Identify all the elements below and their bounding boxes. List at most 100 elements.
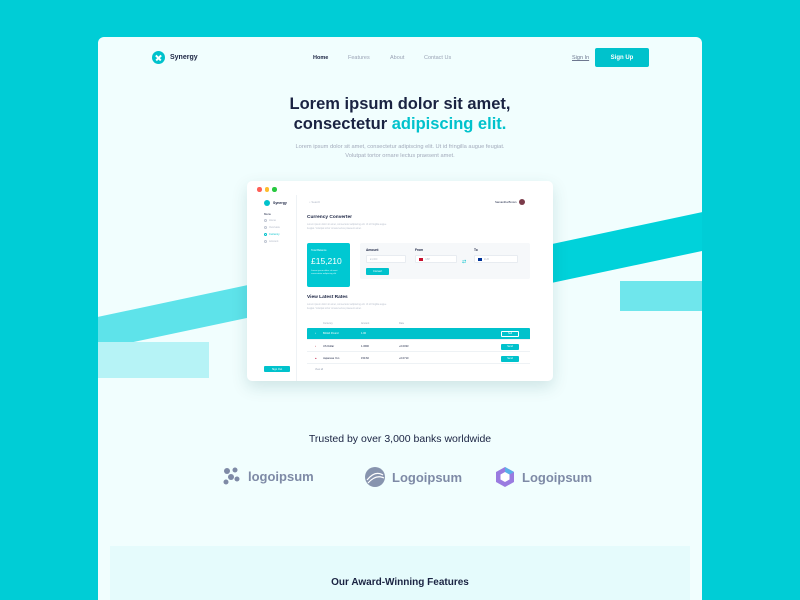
swap-icon[interactable]: ⇄ xyxy=(462,259,466,265)
mockup-menu-account[interactable]: Account xyxy=(264,240,278,243)
mockup-menu-home[interactable]: Home xyxy=(264,219,276,222)
dashboard-mockup: Synergy Menu Home Overview Currency Acco… xyxy=(247,181,553,381)
mockup-menu-currency[interactable]: Currency xyxy=(264,233,280,236)
rates-description: Lorem ipsum dolor sit amet, consectetur … xyxy=(307,303,387,310)
view-all-link[interactable]: View all xyxy=(315,368,323,371)
mockup-menu-label: Home xyxy=(269,219,276,222)
partner-logo-3-text: Logoipsum xyxy=(522,469,593,485)
partner-logo-1: logoipsum xyxy=(222,466,314,486)
mockup-search-placeholder: Search xyxy=(311,200,321,204)
decorative-stripe-right xyxy=(538,201,702,285)
trusted-heading: Trusted by over 3,000 banks worldwide xyxy=(308,433,492,445)
mockup-brand: Synergy xyxy=(264,200,287,206)
hero-subtitle: Lorem ipsum dolor sit amet, consectetur … xyxy=(295,144,505,159)
rates-heading: View Latest Rates xyxy=(307,295,348,300)
partner-logo-3: Logoipsum xyxy=(494,466,592,488)
top-navigation: Synergy Home Features About Contact Us S… xyxy=(98,37,702,79)
eu-flag-icon xyxy=(478,257,482,261)
brand-logo[interactable]: Synergy xyxy=(152,51,198,64)
nav-link-about[interactable]: About xyxy=(390,55,404,61)
converter-panel: Amount £1,000 From GBP ⇄ To EUR Convert xyxy=(360,243,530,279)
converter-description: Lorem ipsum dolor sit amet, consectetur … xyxy=(307,223,387,230)
hero-title-plain: consectetur xyxy=(293,115,392,133)
row-action-button[interactable]: Sell xyxy=(501,330,519,337)
account-icon xyxy=(264,240,267,243)
to-select[interactable]: EUR xyxy=(474,255,518,263)
rates-table-header: Currency Amount Rate xyxy=(307,322,530,327)
row-action-button[interactable]: Send xyxy=(501,355,519,362)
from-label: From xyxy=(415,248,424,252)
mockup-brand-name: Synergy xyxy=(273,201,287,205)
minimize-dot-icon xyxy=(264,187,269,192)
hero-title-line1: Lorem ipsum dolor sit amet, xyxy=(289,95,511,113)
mockup-sidebar xyxy=(247,195,297,381)
flag-jp-icon: ● xyxy=(315,357,317,360)
hero-title: Lorem ipsum dolor sit amet, consectetur … xyxy=(98,94,702,134)
brand-logo-icon xyxy=(152,51,165,64)
nav-link-home[interactable]: Home xyxy=(313,55,328,61)
mockup-sign-out-button[interactable]: Sign Out xyxy=(264,366,290,372)
to-value: EUR xyxy=(484,257,490,261)
table-row[interactable]: ▪ US Dollar 1.3690 +0.0033 Send xyxy=(307,341,530,352)
features-heading: Our Award-Winning Features xyxy=(331,577,469,588)
amount-input[interactable]: £1,000 xyxy=(366,255,406,263)
hero-title-line2: consectetur adipiscing elit. xyxy=(98,114,702,134)
amount-label: Amount xyxy=(366,248,379,252)
balance-value: £15,210 xyxy=(311,256,342,266)
landing-page-frame: Synergy Home Features About Contact Us S… xyxy=(98,37,702,600)
sign-up-button[interactable]: Sign Up xyxy=(595,48,649,67)
avatar xyxy=(519,199,526,205)
mockup-logo-icon xyxy=(264,200,270,206)
mockup-menu-label: Account xyxy=(269,240,279,243)
maximize-dot-icon xyxy=(272,187,277,192)
decorative-stripe-left-light xyxy=(98,342,209,378)
row-currency: US Dollar xyxy=(323,345,335,348)
table-row[interactable]: ▪ British Pound 1.00 Sell xyxy=(307,328,530,340)
balance-label: Total Balance xyxy=(311,249,327,252)
table-row[interactable]: ● Japanese Yen 150.60 +0.0710 Send xyxy=(307,353,530,364)
overview-icon xyxy=(264,226,267,229)
brand-name: Synergy xyxy=(170,54,198,61)
mockup-menu-heading: Menu xyxy=(264,212,271,216)
mockup-menu-overview[interactable]: Overview xyxy=(264,226,280,229)
row-rate: +0.0710 xyxy=(399,357,409,360)
molecule-logo-icon xyxy=(223,467,240,485)
home-icon xyxy=(264,219,267,222)
converter-heading: Currency Converter xyxy=(307,215,353,220)
mockup-menu-label: Overview xyxy=(269,226,280,229)
hexagon-logo-icon xyxy=(496,467,514,487)
column-currency: Currency xyxy=(323,322,333,325)
column-amount: Amount xyxy=(361,322,370,325)
features-section xyxy=(110,546,690,600)
globe-logo-icon xyxy=(365,467,385,487)
from-value: GBP xyxy=(425,257,431,261)
column-rate: Rate xyxy=(399,322,405,325)
mockup-search[interactable]: ⌕ Search xyxy=(309,200,320,204)
row-currency: Japanese Yen xyxy=(323,357,340,360)
mockup-user[interactable]: Samantha Brown xyxy=(495,199,526,205)
row-amount: 1.00 xyxy=(361,332,367,335)
window-controls xyxy=(257,187,277,192)
balance-description: Lorem ipsum dolor sit amet consectetur a… xyxy=(311,270,338,275)
close-dot-icon xyxy=(257,187,262,192)
row-rate: +0.0033 xyxy=(399,345,409,348)
mockup-menu-label: Currency xyxy=(269,233,280,236)
row-amount: 150.60 xyxy=(361,357,369,360)
partner-logo-1-text: logoipsum xyxy=(248,468,314,484)
nav-link-features[interactable]: Features xyxy=(348,55,370,61)
row-action-button[interactable]: Send xyxy=(501,343,519,350)
partner-logo-2: Logoipsum xyxy=(364,466,462,488)
from-select[interactable]: GBP xyxy=(415,255,457,263)
flag-us-icon: ▪ xyxy=(315,345,316,348)
uk-flag-icon xyxy=(419,257,423,261)
flag-uk-icon: ▪ xyxy=(315,332,316,335)
balance-card: Total Balance £15,210 Lorem ipsum dolor … xyxy=(307,243,350,287)
nav-link-contact[interactable]: Contact Us xyxy=(424,55,451,61)
row-amount: 1.3690 xyxy=(361,345,369,348)
hero-title-accent: adipiscing elit. xyxy=(391,115,507,133)
partner-logo-2-text: Logoipsum xyxy=(392,469,463,485)
sign-in-link[interactable]: Sign In xyxy=(572,55,589,61)
convert-button[interactable]: Convert xyxy=(366,268,389,275)
to-label: To xyxy=(474,248,478,252)
amount-placeholder: £1,000 xyxy=(370,257,378,261)
